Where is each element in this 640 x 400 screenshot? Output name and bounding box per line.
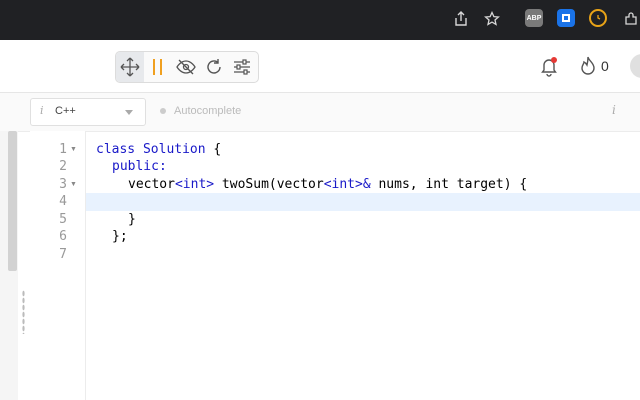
code-text: nums, int target) { (370, 177, 528, 192)
share-icon[interactable] (450, 8, 472, 30)
side-panel (0, 131, 18, 400)
adblock-extension-label: ABP (526, 14, 542, 22)
line-number: 5 (59, 212, 67, 227)
avatar[interactable] (630, 54, 640, 78)
code-line-1[interactable]: class Solution { (96, 141, 221, 159)
shield-extension-icon[interactable] (557, 9, 575, 27)
line-number: 4 (59, 194, 67, 209)
code-keyword: <int>& (323, 177, 371, 192)
refresh-icon (207, 59, 221, 74)
code-keyword: class Solution (96, 142, 206, 157)
code-line-6[interactable]: }; (112, 228, 128, 246)
browser-toolbar: ABP (0, 0, 640, 40)
reset-button[interactable] (200, 52, 228, 82)
current-line-highlight (86, 193, 640, 211)
sliders-icon (234, 59, 250, 75)
line-number: 1 (59, 142, 67, 157)
line-number: 2 (59, 159, 67, 174)
line-number: 6 (59, 229, 67, 244)
code-line-2[interactable]: public: (112, 158, 167, 176)
language-value: C++ (55, 105, 76, 117)
resize-handle[interactable] (22, 290, 25, 334)
pause-icon (153, 59, 162, 75)
streak-count: 0 (601, 58, 609, 74)
app-header: 0 (0, 40, 640, 93)
code-text: twoSum(vector (214, 177, 324, 192)
move-button[interactable] (116, 52, 144, 82)
notifications-button[interactable] (538, 55, 560, 77)
code-keyword: public: (112, 159, 167, 174)
info-icon: i (40, 104, 44, 117)
fold-arrow-icon[interactable]: ▼ (70, 141, 77, 159)
autocomplete-toggle-dot[interactable] (160, 108, 166, 114)
adblock-extension-icon[interactable]: ABP (525, 9, 543, 27)
flame-icon (581, 56, 595, 75)
chevron-down-icon (125, 110, 133, 115)
timer-extension-icon[interactable] (589, 9, 607, 27)
puzzle-extensions-icon[interactable] (620, 8, 640, 30)
editor-info-icon[interactable]: i (612, 103, 616, 117)
move-arrows-icon (120, 57, 140, 77)
line-number: 3 (59, 177, 67, 192)
editor-toolbox (115, 51, 259, 83)
code-text: vector (128, 177, 175, 192)
pause-button[interactable] (144, 52, 172, 82)
editor-settings-bar: i C++ Autocomplete i (0, 93, 640, 132)
code-text: { (205, 142, 222, 157)
panel-scrollbar[interactable] (8, 131, 17, 271)
eye-off-icon (176, 59, 196, 75)
streak-button[interactable] (578, 55, 600, 77)
code-text: }; (112, 229, 128, 244)
bookmark-star-icon[interactable] (481, 8, 503, 30)
language-select[interactable]: i C++ (30, 98, 146, 126)
bell-icon (541, 57, 557, 77)
autocomplete-label[interactable]: Autocomplete (174, 105, 241, 117)
fold-arrow-icon[interactable]: ▼ (70, 176, 77, 194)
code-line-5[interactable]: } (128, 211, 136, 229)
code-keyword: <int> (174, 177, 215, 192)
line-number: 7 (59, 247, 67, 262)
code-line-3[interactable]: vector<int> twoSum(vector<int>& nums, in… (128, 176, 527, 194)
hide-button[interactable] (172, 52, 200, 82)
code-text: } (128, 212, 136, 227)
settings-button[interactable] (228, 52, 256, 82)
